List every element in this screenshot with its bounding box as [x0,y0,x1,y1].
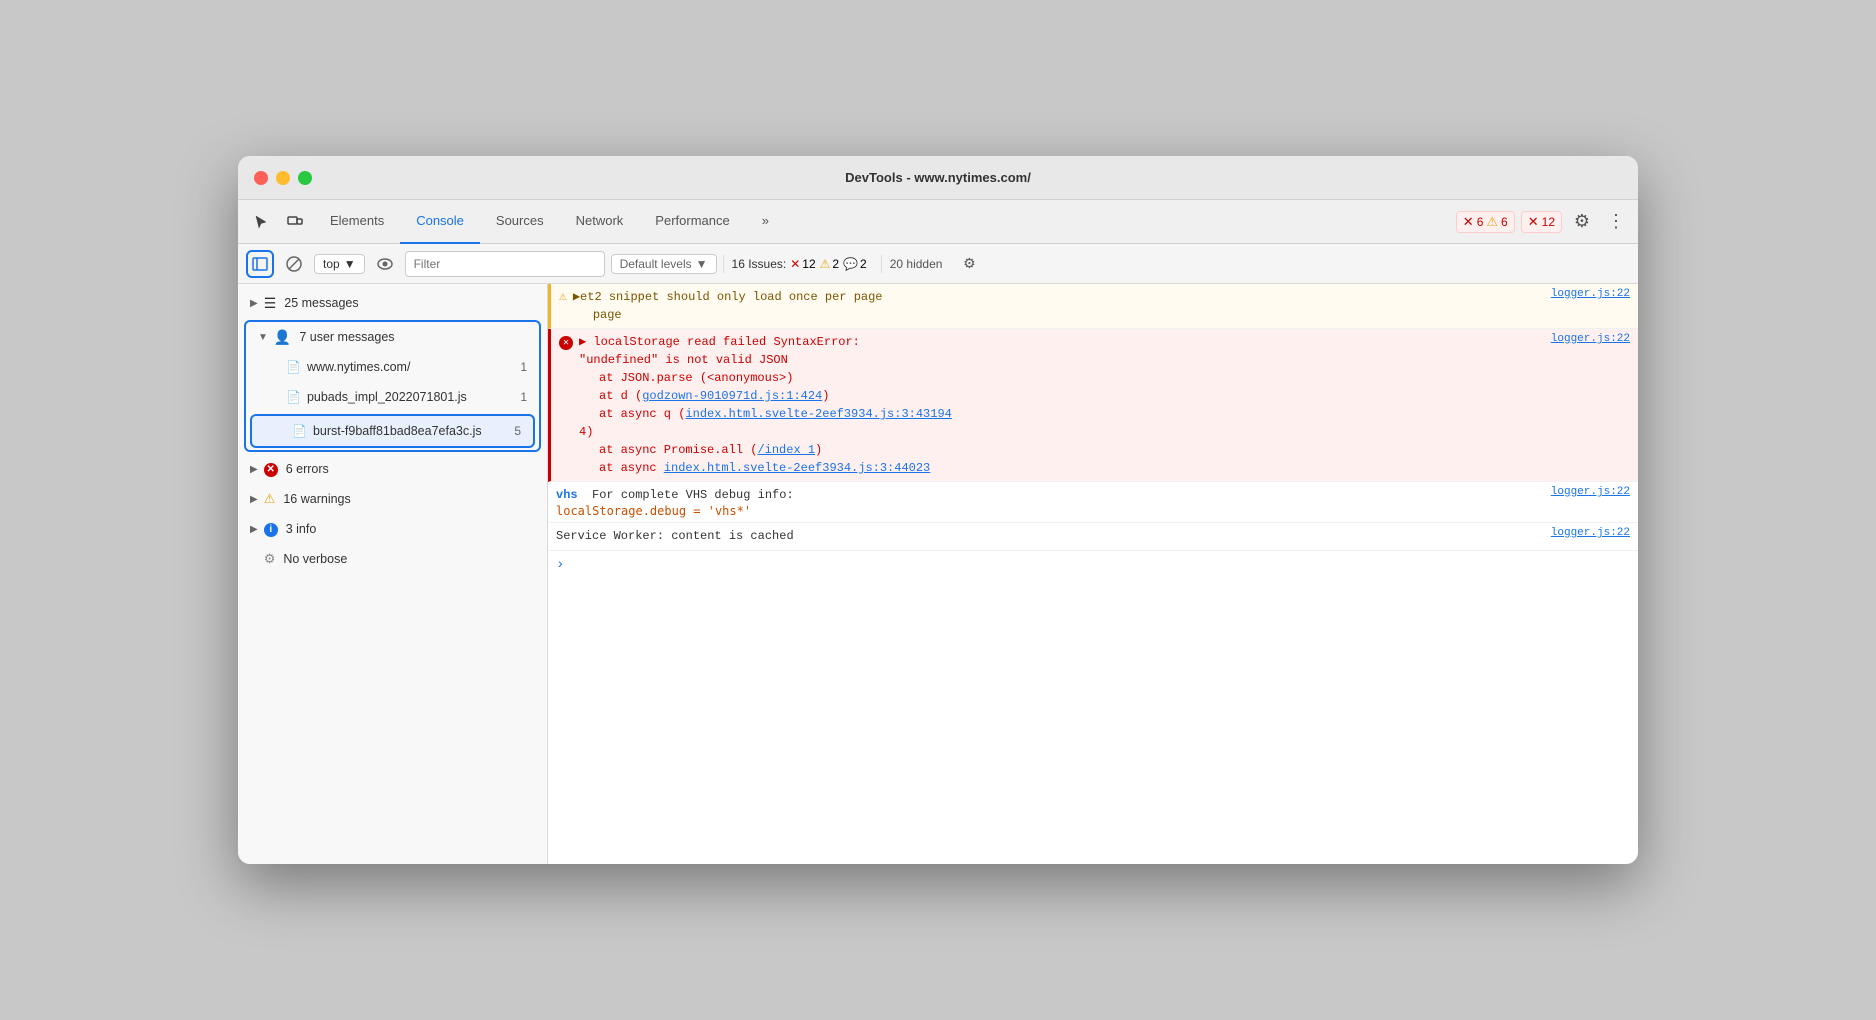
cursor-tool-button[interactable] [246,207,276,237]
sidebar-warnings[interactable]: ▶ ⚠ 16 warnings [238,484,547,514]
filter-input[interactable] [405,251,605,277]
tab-more[interactable]: » [746,200,785,244]
error-main: ▶ localStorage read failed SyntaxError: [579,333,1551,351]
console-settings-button[interactable]: ⚙ [956,251,982,277]
console-bar: top ▼ Default levels ▼ 16 Issues: ✕ 12 ⚠… [238,244,1638,284]
sw-location[interactable]: logger.js:22 [1551,527,1630,545]
levels-dropdown[interactable]: Default levels ▼ [611,254,717,274]
log-entry-vhs: vhs For complete VHS debug info: logger.… [548,482,1638,523]
eye-button[interactable] [371,250,399,278]
traffic-lights [254,171,312,185]
clear-console-button[interactable] [280,250,308,278]
sidebar-file-nytimes[interactable]: 📄 www.nytimes.com/ 1 [246,352,539,382]
warning-icon: ⚠ [264,491,276,507]
tab-console[interactable]: Console [400,200,480,244]
tab-sources[interactable]: Sources [480,200,560,244]
warning-continuation: page [573,306,1630,324]
error-link-4[interactable]: index.html.svelte-2eef3934.js:3:44023 [664,461,930,475]
tab-performance[interactable]: Performance [639,200,745,244]
sidebar-user-messages-header[interactable]: ▼ 👤 7 user messages [246,322,539,352]
console-panel: ⚠ ▶et2 snippet should only load once per… [548,284,1638,864]
sidebar-file-burst[interactable]: 📄 burst-f9baff81bad8ea7efa3c.js 5 [252,416,533,446]
hidden-count: 20 hidden [881,255,951,273]
error-line-6: at async Promise.all (/index 1) [579,441,1630,459]
file-icon-3: 📄 [292,424,307,438]
log-entry-error: ✕ ▶ localStorage read failed SyntaxError… [548,329,1638,482]
toolbar-right: ✕ 6 ⚠ 6 ✕ 12 ⚙ ⋮ [1456,208,1630,236]
sw-text: Service Worker: content is cached [556,527,1551,545]
error-line-7: at async index.html.svelte-2eef3934.js:3… [579,459,1630,477]
sidebar-verbose[interactable]: ▶ ⚙ No verbose [238,544,547,574]
errors-arrow-icon: ▶ [250,464,258,475]
log-entry-service-worker: Service Worker: content is cached logger… [548,523,1638,551]
more-button[interactable]: ⋮ [1602,208,1630,236]
maximize-button[interactable] [298,171,312,185]
main-content: ▶ ☰ 25 messages ▼ 👤 7 user messages 📄 ww… [238,284,1638,864]
prompt-icon: › [556,557,564,573]
error-link-3[interactable]: /index 1 [757,443,815,457]
sidebar-info[interactable]: ▶ i 3 info [238,514,547,544]
vhs-location[interactable]: logger.js:22 [1551,486,1630,498]
info-icon: i [264,521,278,537]
error-line-2: at JSON.parse (<anonymous>) [579,369,1630,387]
tab-bar: Elements Console Sources Network Perform… [314,200,1452,244]
warning-icon: ⚠ [559,289,567,304]
window-title: DevTools - www.nytimes.com/ [845,170,1031,185]
tab-elements[interactable]: Elements [314,200,400,244]
issues-bar[interactable]: 16 Issues: ✕ 12 ⚠ 2 💬 2 [723,255,875,273]
error-link-1[interactable]: godzown-9010971d.js:1:424 [642,389,822,403]
device-toggle-button[interactable] [280,207,310,237]
devtools-window: DevTools - www.nytimes.com/ Elements Con… [238,156,1638,864]
sidebar-file-pubads[interactable]: 📄 pubads_impl_2022071801.js 1 [246,382,539,412]
user-icon: 👤 [274,329,291,346]
error-count-badge[interactable]: ✕ 6 ⚠ 6 [1456,211,1515,233]
info-arrow-icon: ▶ [250,524,258,535]
warning-text: ▶et2 snippet should only load once per p… [573,288,1551,306]
sidebar-messages-header[interactable]: ▶ ☰ 25 messages [238,288,547,318]
list-icon: ☰ [264,295,277,312]
warning-location[interactable]: logger.js:22 [1551,288,1630,306]
minimize-button[interactable] [276,171,290,185]
main-toolbar: Elements Console Sources Network Perform… [238,200,1638,244]
error-line-4: at async q (index.html.svelte-2eef3934.j… [579,405,1630,423]
console-prompt[interactable]: › [548,551,1638,579]
error-line-3: at d (godzown-9010971d.js:1:424) [579,387,1630,405]
log-entry-warning: ⚠ ▶et2 snippet should only load once per… [548,284,1638,329]
vhs-subtext: localStorage.debug = 'vhs*' [556,504,1630,518]
show-sidebar-button[interactable] [246,250,274,278]
error-icon: ✕ [559,334,573,350]
error-line-5: 4) [579,423,1630,441]
file-icon-2: 📄 [286,390,301,404]
verbose-icon: ⚙ [264,551,276,567]
sidebar-errors[interactable]: ▶ ✕ 6 errors [238,454,547,484]
blocked-count-badge[interactable]: ✕ 12 [1521,211,1562,233]
error-icon: ✕ [264,461,278,477]
settings-button[interactable]: ⚙ [1568,208,1596,236]
titlebar: DevTools - www.nytimes.com/ [238,156,1638,200]
tab-network[interactable]: Network [560,200,640,244]
error-link-2[interactable]: index.html.svelte-2eef3934.js:3:43194 [685,407,951,421]
sidebar: ▶ ☰ 25 messages ▼ 👤 7 user messages 📄 ww… [238,284,548,864]
arrow-icon: ▶ [250,298,258,309]
context-selector[interactable]: top ▼ [314,254,365,274]
error-line-1: "undefined" is not valid JSON [579,351,1630,369]
close-button[interactable] [254,171,268,185]
error-location[interactable]: logger.js:22 [1551,333,1630,351]
arrow-down-icon: ▼ [258,332,268,343]
vhs-text: vhs For complete VHS debug info: [556,486,1551,504]
file-icon: 📄 [286,360,301,374]
warnings-arrow-icon: ▶ [250,494,258,505]
